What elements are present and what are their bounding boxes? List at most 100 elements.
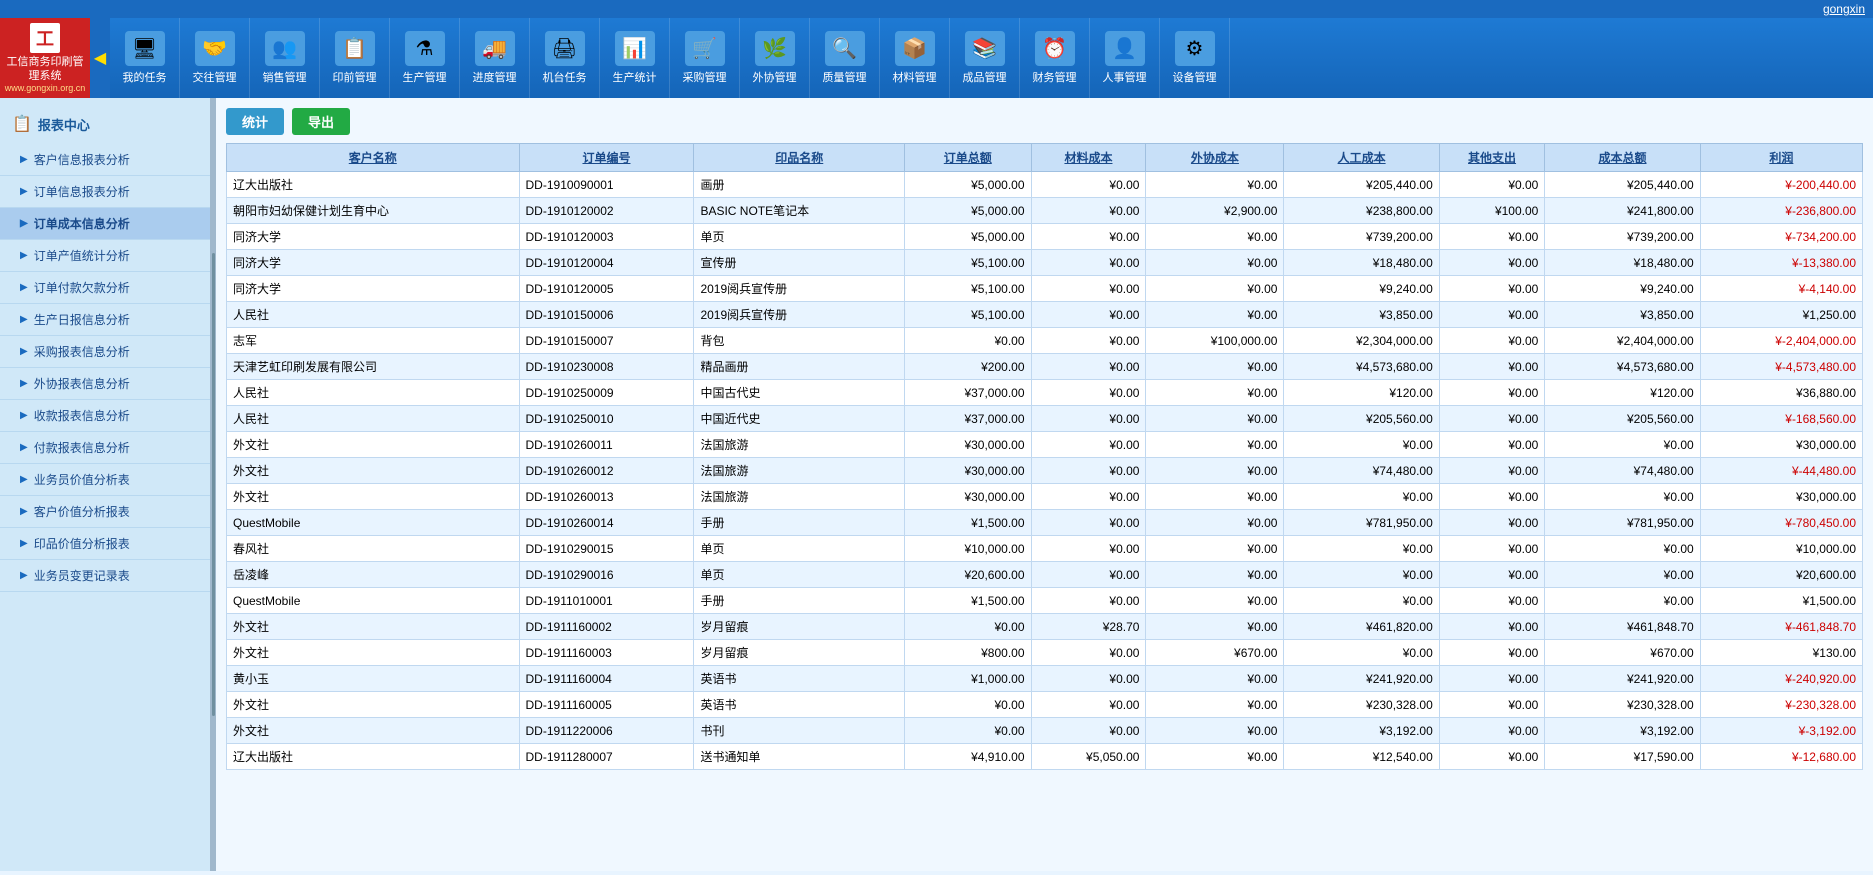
nav-label-5: 进度管理 (473, 69, 517, 85)
stat-button[interactable]: 统计 (226, 108, 284, 135)
cell-1-2: BASIC NOTE笔记本 (694, 198, 905, 224)
sidebar-item-label-6: 采购报表信息分析 (34, 343, 130, 360)
cell-13-6: ¥781,950.00 (1284, 510, 1439, 536)
nav-item-采购管理[interactable]: 🛒 采购管理 (670, 18, 740, 98)
table-row: 外文社DD-1910260013法国旅游¥30,000.00¥0.00¥0.00… (227, 484, 1863, 510)
col-header-1[interactable]: 订单编号 (519, 144, 694, 172)
cell-13-3: ¥1,500.00 (905, 510, 1031, 536)
cell-15-5: ¥0.00 (1146, 562, 1284, 588)
nav-label-10: 质量管理 (823, 69, 867, 85)
nav-item-成品管理[interactable]: 📚 成品管理 (950, 18, 1020, 98)
sidebar-item-5[interactable]: ▶ 生产日报信息分析 (0, 304, 210, 336)
cell-17-6: ¥461,820.00 (1284, 614, 1439, 640)
cell-4-8: ¥9,240.00 (1545, 276, 1700, 302)
cell-16-3: ¥1,500.00 (905, 588, 1031, 614)
cell-20-1: DD-1911160005 (519, 692, 694, 718)
sidebar-item-8[interactable]: ▶ 收款报表信息分析 (0, 400, 210, 432)
cell-5-1: DD-1910150006 (519, 302, 694, 328)
cell-6-0: 志军 (227, 328, 520, 354)
cell-12-7: ¥0.00 (1439, 484, 1545, 510)
export-button[interactable]: 导出 (292, 108, 350, 135)
cell-7-0: 天津艺虹印刷发展有限公司 (227, 354, 520, 380)
cell-15-0: 岳凌峰 (227, 562, 520, 588)
cell-20-4: ¥0.00 (1031, 692, 1146, 718)
cell-6-7: ¥0.00 (1439, 328, 1545, 354)
arrow-icon: ▶ (20, 154, 28, 165)
cell-11-2: 法国旅游 (694, 458, 905, 484)
sidebar-item-2[interactable]: ▶ 订单成本信息分析 (0, 208, 210, 240)
cell-22-4: ¥5,050.00 (1031, 744, 1146, 770)
sidebar-item-3[interactable]: ▶ 订单产值统计分析 (0, 240, 210, 272)
sidebar-item-9[interactable]: ▶ 付款报表信息分析 (0, 432, 210, 464)
cell-20-9: ¥-230,328.00 (1700, 692, 1862, 718)
sidebar-item-12[interactable]: ▶ 印品价值分析报表 (0, 528, 210, 560)
nav-item-进度管理[interactable]: 🚚 进度管理 (460, 18, 530, 98)
cell-18-5: ¥670.00 (1146, 640, 1284, 666)
sidebar-item-7[interactable]: ▶ 外协报表信息分析 (0, 368, 210, 400)
cell-3-5: ¥0.00 (1146, 250, 1284, 276)
col-header-9[interactable]: 利润 (1700, 144, 1862, 172)
sidebar-item-10[interactable]: ▶ 业务员价值分析表 (0, 464, 210, 496)
cell-0-9: ¥-200,440.00 (1700, 172, 1862, 198)
cell-3-8: ¥18,480.00 (1545, 250, 1700, 276)
cell-4-2: 2019阅兵宣传册 (694, 276, 905, 302)
cell-19-2: 英语书 (694, 666, 905, 692)
nav-item-交往管理[interactable]: 🤝 交往管理 (180, 18, 250, 98)
sidebar-item-label-12: 印品价值分析报表 (34, 535, 130, 552)
sidebar-item-1[interactable]: ▶ 订单信息报表分析 (0, 176, 210, 208)
nav-item-销售管理[interactable]: 👥 销售管理 (250, 18, 320, 98)
col-header-3[interactable]: 订单总额 (905, 144, 1031, 172)
cell-18-2: 岁月留痕 (694, 640, 905, 666)
cell-1-5: ¥2,900.00 (1146, 198, 1284, 224)
top-bar-link[interactable]: gongxin (1823, 2, 1865, 16)
sidebar-item-11[interactable]: ▶ 客户价值分析报表 (0, 496, 210, 528)
nav-item-机台任务[interactable]: 🖨 机台任务 (530, 18, 600, 98)
cell-14-7: ¥0.00 (1439, 536, 1545, 562)
sidebar-item-4[interactable]: ▶ 订单付款欠款分析 (0, 272, 210, 304)
col-header-7[interactable]: 其他支出 (1439, 144, 1545, 172)
sidebar-item-label-4: 订单付款欠款分析 (34, 279, 130, 296)
nav-item-设备管理[interactable]: ⚙ 设备管理 (1160, 18, 1230, 98)
col-header-0[interactable]: 客户名称 (227, 144, 520, 172)
cell-11-9: ¥-44,480.00 (1700, 458, 1862, 484)
sidebar-title: 报表中心 (38, 115, 90, 134)
nav-label-14: 人事管理 (1103, 69, 1147, 85)
col-header-4[interactable]: 材料成本 (1031, 144, 1146, 172)
cell-8-4: ¥0.00 (1031, 380, 1146, 406)
cell-2-5: ¥0.00 (1146, 224, 1284, 250)
cell-10-7: ¥0.00 (1439, 432, 1545, 458)
nav-item-印前管理[interactable]: 📋 印前管理 (320, 18, 390, 98)
cell-22-0: 辽大出版社 (227, 744, 520, 770)
sidebar-item-13[interactable]: ▶ 业务员变更记录表 (0, 560, 210, 592)
col-header-5[interactable]: 外协成本 (1146, 144, 1284, 172)
cell-12-3: ¥30,000.00 (905, 484, 1031, 510)
nav-item-我的任务[interactable]: 🖥 我的任务 (110, 18, 180, 98)
table-row: 春风社DD-1910290015单页¥10,000.00¥0.00¥0.00¥0… (227, 536, 1863, 562)
col-header-2[interactable]: 印品名称 (694, 144, 905, 172)
sidebar-item-0[interactable]: ▶ 客户信息报表分析 (0, 144, 210, 176)
cell-7-5: ¥0.00 (1146, 354, 1284, 380)
nav-item-财务管理[interactable]: ⏰ 财务管理 (1020, 18, 1090, 98)
cell-21-9: ¥-3,192.00 (1700, 718, 1862, 744)
cell-12-9: ¥30,000.00 (1700, 484, 1862, 510)
col-header-8[interactable]: 成本总额 (1545, 144, 1700, 172)
cell-11-0: 外文社 (227, 458, 520, 484)
cell-8-9: ¥36,880.00 (1700, 380, 1862, 406)
nav-arrow[interactable]: ◀ (90, 18, 110, 98)
table-row: 辽大出版社DD-1911280007送书通知单¥4,910.00¥5,050.0… (227, 744, 1863, 770)
nav-item-生产统计[interactable]: 📊 生产统计 (600, 18, 670, 98)
cell-11-4: ¥0.00 (1031, 458, 1146, 484)
nav-label-15: 设备管理 (1173, 69, 1217, 85)
nav-item-外协管理[interactable]: 🌿 外协管理 (740, 18, 810, 98)
nav-icon-1: 🤝 (195, 31, 235, 66)
nav-item-质量管理[interactable]: 🔍 质量管理 (810, 18, 880, 98)
cell-0-8: ¥205,440.00 (1545, 172, 1700, 198)
nav-item-人事管理[interactable]: 👤 人事管理 (1090, 18, 1160, 98)
sidebar-item-label-10: 业务员价值分析表 (34, 471, 130, 488)
col-header-6[interactable]: 人工成本 (1284, 144, 1439, 172)
cell-11-6: ¥74,480.00 (1284, 458, 1439, 484)
nav-item-材料管理[interactable]: 📦 材料管理 (880, 18, 950, 98)
nav-item-生产管理[interactable]: ⚗ 生产管理 (390, 18, 460, 98)
cell-0-1: DD-1910090001 (519, 172, 694, 198)
sidebar-item-6[interactable]: ▶ 采购报表信息分析 (0, 336, 210, 368)
